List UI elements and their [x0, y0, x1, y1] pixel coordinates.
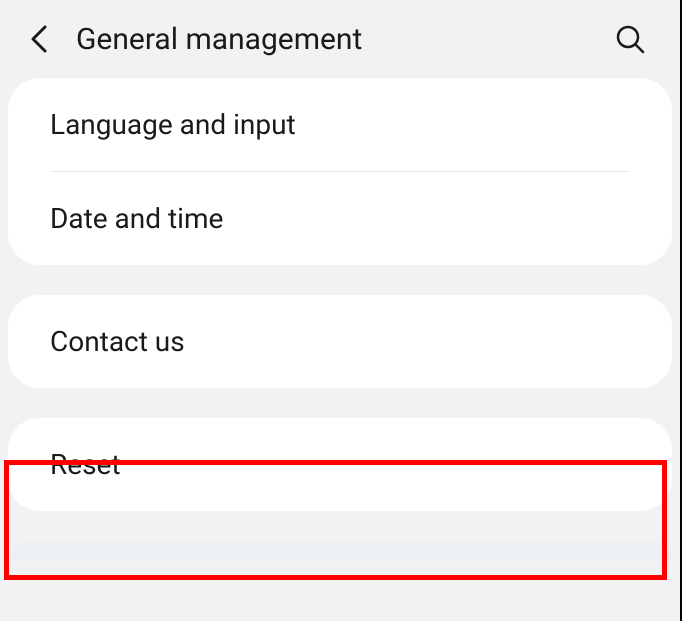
- page-title: General management: [76, 22, 608, 57]
- settings-group-3: Reset: [8, 418, 672, 511]
- list-item-label: Date and time: [50, 202, 223, 235]
- search-icon: [615, 24, 645, 54]
- settings-group-1: Language and input Date and time: [8, 78, 672, 265]
- list-item-language-and-input[interactable]: Language and input: [8, 78, 672, 171]
- list-item-contact-us[interactable]: Contact us: [8, 295, 672, 388]
- settings-group-2: Contact us: [8, 295, 672, 388]
- list-item-reset[interactable]: Reset: [8, 418, 672, 511]
- search-button[interactable]: [608, 17, 652, 61]
- list-item-date-and-time[interactable]: Date and time: [8, 172, 672, 265]
- list-item-label: Language and input: [50, 108, 296, 141]
- list-item-label: Contact us: [50, 325, 185, 358]
- settings-group-4-partial: [8, 541, 672, 561]
- header: General management: [0, 0, 680, 78]
- list-item-label: Reset: [50, 448, 121, 481]
- chevron-left-icon: [28, 25, 52, 53]
- back-button[interactable]: [18, 17, 62, 61]
